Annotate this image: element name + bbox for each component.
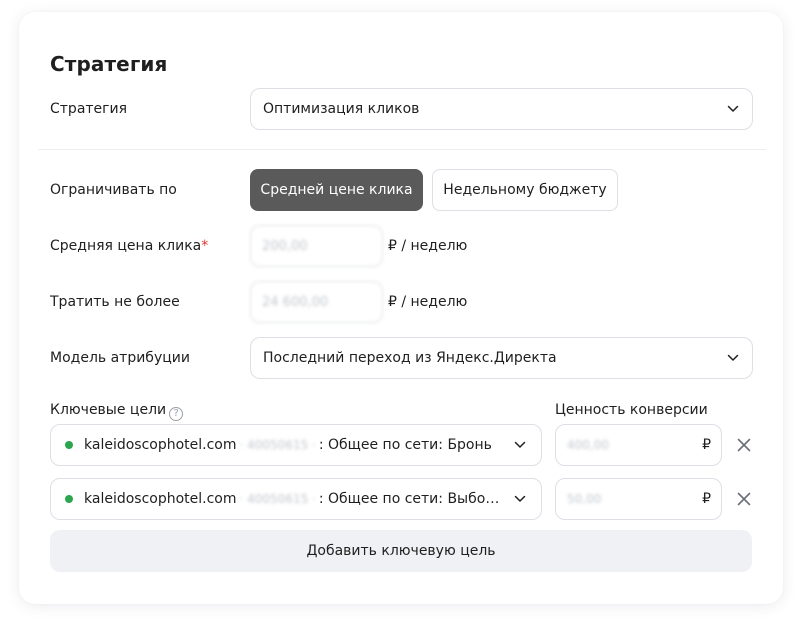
chevron-down-icon <box>726 102 740 116</box>
spend-limit-suffix: ₽ / неделю <box>388 294 468 310</box>
chevron-down-icon <box>726 351 740 365</box>
conversion-value: 50,00 <box>567 492 602 506</box>
conversion-value-input[interactable]: 400,00 ₽ <box>555 424 722 466</box>
avg-click-price-suffix: ₽ / неделю <box>388 238 468 254</box>
strategy-label: Стратегия <box>50 101 128 117</box>
currency-sign: ₽ <box>702 437 711 453</box>
goal-domain: kaleidoscophotel.com <box>84 437 237 453</box>
goal-select[interactable]: kaleidoscophotel.com · 40050615 · : Обще… <box>50 424 542 466</box>
chevron-down-icon <box>513 492 527 506</box>
goal-id: · 40050615 · <box>239 438 316 452</box>
section-divider <box>38 149 766 150</box>
key-goals-label: Ключевые цели? <box>50 402 184 421</box>
goal-domain: kaleidoscophotel.com <box>84 491 237 507</box>
strategy-card: Стратегия Стратегия Оптимизация кликов О… <box>19 12 783 604</box>
chevron-down-icon <box>513 438 527 452</box>
section-title: Стратегия <box>50 52 168 76</box>
spend-limit-input[interactable]: 24 600,00 <box>250 281 383 323</box>
strategy-select[interactable]: Оптимизация кликов <box>250 88 753 130</box>
attribution-label: Модель атрибуции <box>50 350 190 366</box>
limit-by-label: Ограничивать по <box>50 182 177 198</box>
goal-id: · 40050615 · <box>239 492 316 506</box>
conversion-value-header: Ценность конверсии <box>555 402 708 418</box>
conversion-value-input[interactable]: 50,00 ₽ <box>555 478 722 520</box>
status-dot-icon <box>65 495 73 503</box>
required-mark: * <box>201 238 209 254</box>
add-key-goal-button[interactable]: Добавить ключевую цель <box>50 530 752 572</box>
attribution-select-value: Последний переход из Яндекс.Директа <box>263 350 557 366</box>
attribution-select[interactable]: Последний переход из Яндекс.Директа <box>250 337 753 379</box>
help-circle-icon[interactable]: ? <box>169 406 184 421</box>
conversion-value: 400,00 <box>567 438 609 452</box>
strategy-select-value: Оптимизация кликов <box>263 101 420 117</box>
close-icon[interactable] <box>735 490 753 508</box>
limit-weekly-budget-button[interactable]: Недельному бюджету <box>432 169 618 211</box>
goal-name: : Общее по сети: Выбор ... <box>318 491 503 507</box>
avg-click-price-label: Средняя цена клика* <box>50 238 209 254</box>
spend-limit-label: Тратить не более <box>50 294 180 310</box>
avg-click-price-input[interactable]: 200,00 <box>250 225 383 267</box>
limit-avg-click-price-button[interactable]: Средней цене клика <box>250 169 423 211</box>
close-icon[interactable] <box>735 436 753 454</box>
status-dot-icon <box>65 441 73 449</box>
goal-name: : Общее по сети: Бронь <box>318 437 492 453</box>
goal-select[interactable]: kaleidoscophotel.com · 40050615 · : Обще… <box>50 478 542 520</box>
currency-sign: ₽ <box>702 491 711 507</box>
